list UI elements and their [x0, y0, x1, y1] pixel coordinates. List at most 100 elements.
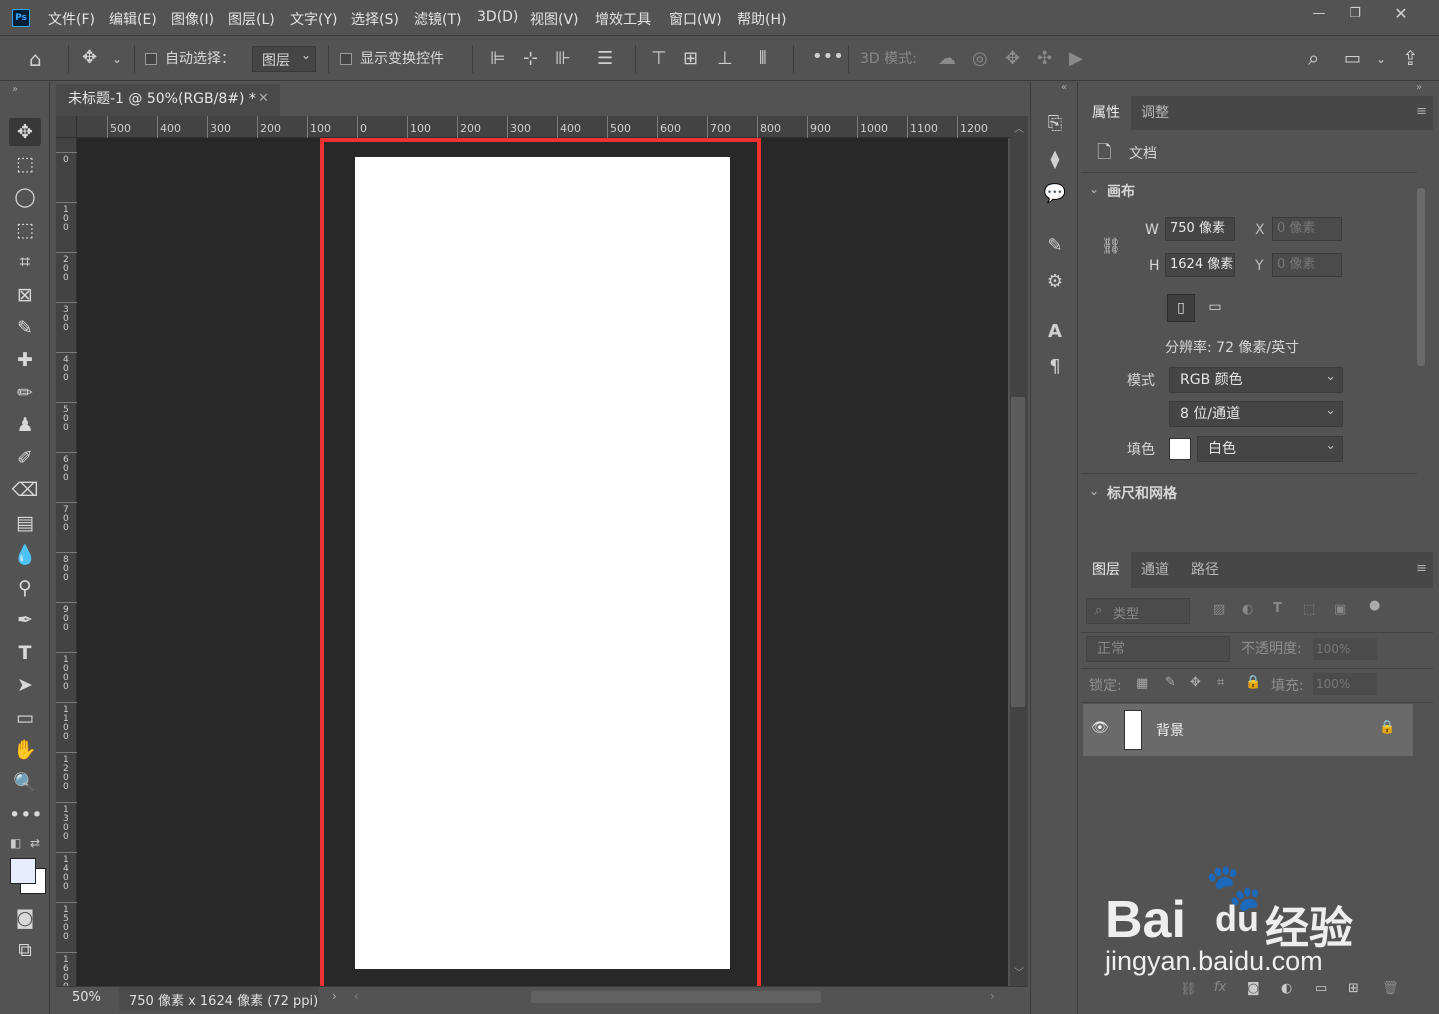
layer-filter-dropdown[interactable]: ⌕ 类型: [1086, 598, 1190, 624]
vertical-ruler[interactable]: 0 1 0 0 2 0 0 3 0 0 4 0 0 5 0 0 6 0 0 7 0 0 8 0 …: [56, 138, 77, 992]
layer-lock-icon[interactable]: 🔒: [1379, 720, 1395, 735]
lock-position-icon[interactable]: ✥: [1190, 675, 1201, 690]
history-panel-icon[interactable]: ⎘: [1043, 112, 1067, 136]
edit-toolbar-icon[interactable]: •••: [9, 801, 43, 829]
auto-select-target-dropdown[interactable]: 图层 ⌄: [252, 46, 316, 72]
auto-select-checkbox[interactable]: [145, 53, 157, 65]
new-group-icon[interactable]: ▭: [1315, 981, 1327, 996]
quick-mask-icon[interactable]: ◙: [9, 904, 41, 932]
filter-pixel-icon[interactable]: ▨: [1213, 602, 1225, 617]
share-icon[interactable]: ⇪: [1402, 48, 1419, 68]
healing-brush-tool-icon[interactable]: ✚: [9, 346, 41, 374]
document-tab[interactable]: 未标题-1 @ 50%(RGB/8#) * ✕: [56, 84, 280, 116]
menu-help[interactable]: 帮助(H): [737, 9, 786, 29]
width-field[interactable]: 750 像素: [1165, 217, 1235, 241]
show-transform-checkbox[interactable]: [340, 53, 352, 65]
home-icon[interactable]: ⌂: [29, 49, 42, 69]
height-field[interactable]: 1624 像素: [1165, 253, 1235, 277]
pen-tool-icon[interactable]: ✒: [9, 606, 41, 634]
menu-plugins[interactable]: 增效工具: [595, 9, 651, 29]
align-bottom-icon[interactable]: ⊥: [717, 49, 733, 69]
move-tool-icon[interactable]: ✥: [82, 48, 97, 68]
filter-toggle-icon[interactable]: ●: [1369, 598, 1380, 613]
fill-opacity-field[interactable]: 100%: [1313, 673, 1377, 695]
3d-slide-icon[interactable]: ✣: [1037, 49, 1052, 69]
zoom-tool-icon[interactable]: 🔍: [9, 769, 41, 797]
paragraph-panel-icon[interactable]: ¶: [1043, 355, 1067, 379]
status-expand-icon[interactable]: ›: [332, 989, 337, 1003]
opacity-field[interactable]: 100%: [1313, 638, 1377, 660]
scroll-up-icon[interactable]: ︿: [1014, 120, 1024, 135]
align-top-icon[interactable]: ⊤: [651, 49, 667, 69]
menu-type[interactable]: 文字(Y): [290, 9, 337, 29]
bit-depth-dropdown[interactable]: 8 位/通道: [1169, 399, 1343, 427]
align-hcenter-icon[interactable]: ⊹: [523, 49, 538, 69]
link-layers-icon[interactable]: ⛓: [1180, 982, 1197, 997]
chevron-down-icon[interactable]: ⌄: [1089, 182, 1099, 196]
horizontal-ruler[interactable]: 500 400 300 200 100 0 100 200 300 400 500 600 700 800…: [56, 116, 1010, 138]
object-select-tool-icon[interactable]: ⬚: [9, 216, 41, 244]
align-left-icon[interactable]: ⊫: [490, 49, 506, 69]
fill-color-swatch[interactable]: [1169, 438, 1191, 460]
lasso-tool-icon[interactable]: ◯: [9, 183, 41, 211]
blend-mode-dropdown[interactable]: 正常: [1086, 636, 1230, 662]
plugins-panel-icon[interactable]: ⧫: [1043, 148, 1067, 172]
menu-select[interactable]: 选择(S): [351, 9, 399, 29]
eraser-tool-icon[interactable]: ⌫: [9, 476, 41, 504]
portrait-icon[interactable]: ▯: [1167, 294, 1195, 322]
rulers-grids-section-title[interactable]: 标尺和网格: [1107, 483, 1177, 503]
workspace-icon[interactable]: ▭: [1344, 49, 1361, 69]
blur-tool-icon[interactable]: 💧: [9, 541, 41, 569]
tab-channels[interactable]: 通道: [1130, 552, 1180, 588]
expand-panels-icon[interactable]: «: [1061, 82, 1067, 93]
type-tool-icon[interactable]: T: [9, 639, 41, 667]
adjustment-layer-icon[interactable]: ◐: [1281, 981, 1292, 996]
move-tool-icon[interactable]: ✥: [9, 118, 41, 146]
ruler-origin[interactable]: [56, 116, 77, 138]
new-layer-icon[interactable]: ⊞: [1348, 981, 1359, 996]
properties-scroll-thumb[interactable]: [1417, 188, 1425, 366]
layer-style-icon[interactable]: fx: [1214, 980, 1226, 995]
default-colors-icon[interactable]: ◧: [10, 836, 21, 850]
marquee-tool-icon[interactable]: ⬚: [9, 150, 41, 178]
brush-tool-icon[interactable]: ✏: [9, 379, 41, 407]
close-tab-icon[interactable]: ✕: [258, 84, 269, 114]
layer-name[interactable]: 背景: [1156, 720, 1184, 740]
vertical-scroll-thumb[interactable]: [1011, 397, 1025, 707]
menu-view[interactable]: 视图(V): [530, 9, 579, 29]
frame-tool-icon[interactable]: ⊠: [9, 281, 41, 309]
3d-roll-icon[interactable]: ◎: [972, 49, 988, 69]
menu-filter[interactable]: 滤镜(T): [414, 9, 461, 29]
3d-scale-icon[interactable]: ▶: [1069, 49, 1083, 69]
layer-mask-icon[interactable]: ◙: [1247, 981, 1260, 996]
rectangle-tool-icon[interactable]: ▭: [9, 704, 41, 732]
mode-dropdown[interactable]: RGB 颜色: [1169, 365, 1343, 393]
foreground-color-swatch[interactable]: [10, 858, 36, 884]
landscape-icon[interactable]: ▭: [1201, 294, 1229, 322]
menu-file[interactable]: 文件(F): [48, 9, 95, 29]
maximize-icon[interactable]: ❐: [1340, 4, 1370, 24]
horizontal-scroll-thumb[interactable]: [531, 991, 821, 1003]
collapse-right-icon[interactable]: »: [1416, 82, 1422, 93]
menu-edit[interactable]: 编辑(E): [109, 9, 157, 29]
scroll-down-icon[interactable]: ﹀: [1014, 964, 1024, 979]
align-vcenter-icon[interactable]: ⊞: [683, 49, 698, 69]
eyedropper-tool-icon[interactable]: ✎: [9, 314, 41, 342]
close-icon[interactable]: ✕: [1386, 4, 1416, 24]
layer-row[interactable]: 👁 背景 🔒: [1083, 704, 1413, 756]
visibility-eye-icon[interactable]: 👁: [1091, 720, 1109, 736]
minimize-icon[interactable]: —: [1304, 4, 1334, 24]
adjustment-presets-icon[interactable]: ⚙: [1043, 270, 1067, 294]
history-brush-tool-icon[interactable]: ✐: [9, 444, 41, 472]
link-icon[interactable]: ⛓: [1101, 236, 1121, 255]
lock-artboard-icon[interactable]: ⌗: [1217, 675, 1224, 690]
brush-settings-icon[interactable]: ✎: [1043, 234, 1067, 258]
collapse-icon[interactable]: »: [12, 84, 18, 95]
filter-adjustment-icon[interactable]: ◐: [1242, 602, 1253, 617]
distribute-horizontal-icon[interactable]: ⫴: [759, 49, 767, 69]
filter-type-icon[interactable]: T: [1273, 601, 1282, 616]
y-field[interactable]: 0 像素: [1272, 253, 1342, 277]
stamp-tool-icon[interactable]: ♟: [9, 411, 41, 439]
crop-tool-icon[interactable]: ⌗: [9, 248, 41, 276]
gradient-tool-icon[interactable]: ▤: [9, 509, 41, 537]
